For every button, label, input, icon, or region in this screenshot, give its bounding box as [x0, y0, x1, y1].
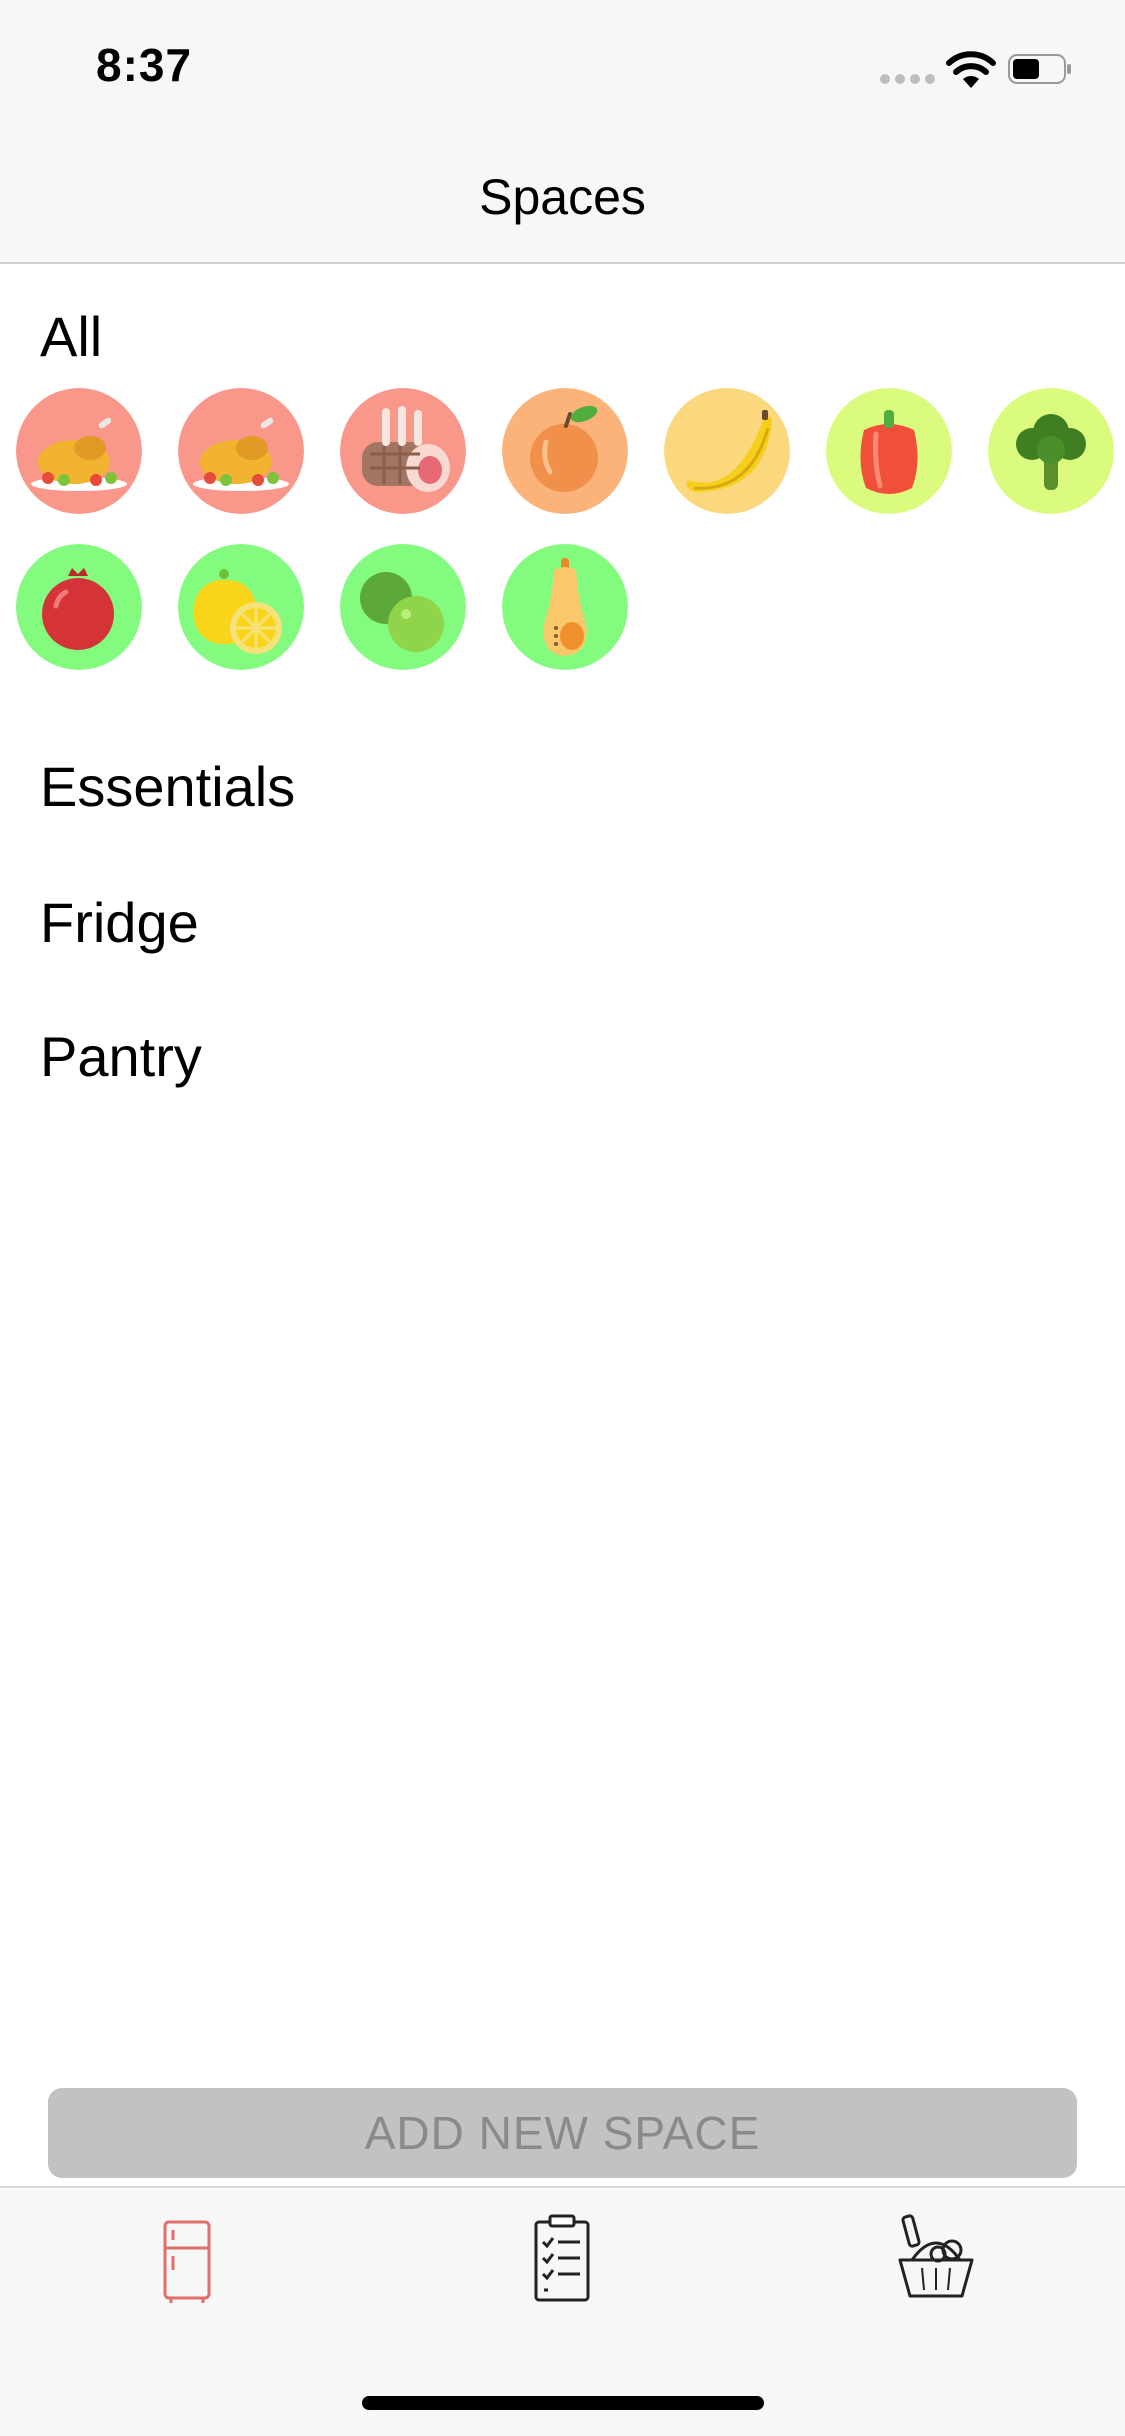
food-item[interactable]: [826, 388, 952, 514]
food-item[interactable]: [502, 544, 628, 670]
cellular-signal-icon: [880, 74, 936, 84]
add-new-space-button[interactable]: ADD NEW SPACE: [48, 2088, 1077, 2178]
food-item[interactable]: [340, 388, 466, 514]
lemon-icon: [178, 544, 304, 670]
page-title: Spaces: [479, 169, 646, 225]
bell-pepper-icon: [826, 388, 952, 514]
grocery-basket-icon: [898, 2214, 974, 2298]
peach-icon: [502, 388, 628, 514]
banana-icon: [664, 388, 790, 514]
space-row-pantry[interactable]: Pantry: [40, 1024, 202, 1089]
section-all-title[interactable]: All: [40, 304, 102, 369]
tab-groceries[interactable]: [886, 2204, 986, 2304]
status-bar: 8:37: [0, 0, 1125, 132]
food-item[interactable]: [16, 388, 142, 514]
butternut-squash-icon: [502, 544, 628, 670]
food-item[interactable]: [178, 388, 304, 514]
fridge-icon: [163, 2220, 211, 2303]
checklist-icon: [534, 2214, 590, 2302]
rack-of-lamb-icon: [340, 388, 466, 514]
roast-chicken-icon: [16, 388, 142, 514]
roast-chicken-icon: [178, 388, 304, 514]
food-item[interactable]: [988, 388, 1114, 514]
tab-spaces[interactable]: [137, 2204, 237, 2304]
navigation-bar: Spaces: [0, 132, 1125, 264]
space-row-fridge[interactable]: Fridge: [40, 890, 199, 955]
tab-list[interactable]: [512, 2204, 612, 2304]
food-item[interactable]: [16, 544, 142, 670]
pomegranate-icon: [16, 544, 142, 670]
wifi-icon: [946, 50, 996, 90]
food-item[interactable]: [340, 544, 466, 670]
space-row-essentials[interactable]: Essentials: [40, 754, 295, 819]
home-indicator[interactable]: [362, 2396, 764, 2410]
battery-icon: [1008, 54, 1072, 84]
lime-icon: [340, 544, 466, 670]
food-item[interactable]: [502, 388, 628, 514]
broccoli-icon: [988, 388, 1114, 514]
food-item[interactable]: [178, 544, 304, 670]
status-time: 8:37: [96, 39, 193, 91]
food-item[interactable]: [664, 388, 790, 514]
